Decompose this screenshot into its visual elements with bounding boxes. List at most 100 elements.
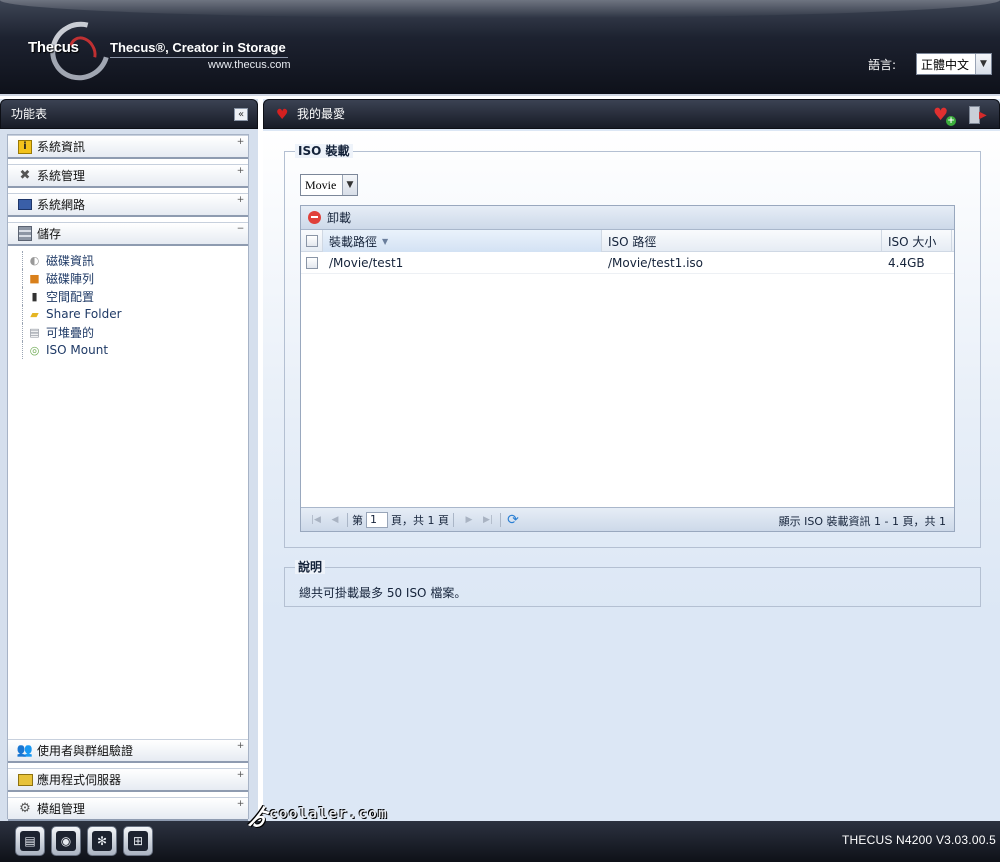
language-select[interactable]: 正體中文 ▼ xyxy=(916,53,992,75)
users-icon: 👥 xyxy=(16,743,34,758)
fan-icon: ✻ xyxy=(92,831,112,851)
app-server-icon xyxy=(16,771,34,789)
sidebar-item-share-folder[interactable]: ▰ Share Folder xyxy=(22,305,242,323)
fan-status-button[interactable]: ✻ xyxy=(87,826,117,856)
sidebar-item-label: 儲存 xyxy=(37,227,62,241)
cell-iso-path: /Movie/test1.iso xyxy=(608,256,704,270)
sort-desc-icon: ▼ xyxy=(382,236,389,246)
iso-icon: ◎ xyxy=(29,343,40,357)
refresh-icon[interactable]: ⟳ xyxy=(505,512,521,528)
sidebar-item-label: ISO Mount xyxy=(46,343,109,357)
expand-icon[interactable]: + xyxy=(236,771,245,780)
main-panel: ♥ 我的最愛 ♥ + ▶ ISO 裝載 Movie ▼ 卸載 裝載路徑 ▼ IS… xyxy=(263,99,1000,821)
table-row[interactable]: /Movie/test1 /Movie/test1.iso 4.4GB xyxy=(301,252,954,274)
pager-info: 顯示 ISO 裝載資訊 1 - 1 頁，共 1 xyxy=(778,515,946,528)
page-suffix: 頁，共 1 頁 xyxy=(391,513,449,527)
raid-icon: ■ xyxy=(29,271,40,285)
sidebar-item-storage[interactable]: 儲存 − xyxy=(8,222,248,246)
pager-divider xyxy=(453,512,454,527)
bottom-bar: ▤ ◉ ✻ ⊞ THECUS N4200 V3.03.00.5 xyxy=(0,821,1000,862)
cell-mount-path: /Movie/test1 xyxy=(329,256,404,270)
sidebar-item-system-network[interactable]: 系統網路 + xyxy=(8,193,248,217)
expand-icon[interactable]: + xyxy=(236,138,245,147)
iso-mount-grid: 卸載 裝載路徑 ▼ ISO 路徑 ISO 大小 /Movie/test1 /Mo… xyxy=(300,205,955,532)
column-header-iso-path[interactable]: ISO 路徑 xyxy=(602,230,882,252)
sidebar-header: 功能表 « xyxy=(0,99,258,129)
sidebar-item-label: 使用者與群組驗證 xyxy=(37,744,134,758)
disk-icon: ◐ xyxy=(29,253,40,267)
network-icon xyxy=(16,196,34,214)
page-number-input[interactable]: 1 xyxy=(366,511,388,528)
plus-icon: + xyxy=(946,116,956,126)
sidebar-item-raid[interactable]: ■ 磁碟陣列 xyxy=(22,269,242,287)
space-icon: ▮ xyxy=(31,289,38,303)
stack-icon: ▤ xyxy=(29,325,40,339)
column-label: ISO 大小 xyxy=(888,234,937,249)
share-folder-select[interactable]: Movie ▼ xyxy=(300,174,358,196)
column-label: ISO 路徑 xyxy=(608,234,657,249)
sidebar-item-label: Share Folder xyxy=(46,307,122,321)
select-all-checkbox[interactable] xyxy=(305,235,318,247)
sidebar-item-label: 可堆疊的 xyxy=(46,325,95,340)
unmount-button[interactable]: 卸載 xyxy=(327,209,351,226)
info-icon: i xyxy=(16,138,34,156)
expand-icon[interactable]: + xyxy=(236,167,245,176)
expand-icon[interactable]: + xyxy=(236,800,245,809)
column-label: 裝載路徑 xyxy=(329,234,378,249)
next-page-icon[interactable]: ▶ xyxy=(461,512,477,528)
server-icon: ▤ xyxy=(20,831,40,851)
server-status-button[interactable]: ▤ xyxy=(15,826,45,856)
column-header-iso-size[interactable]: ISO 大小 xyxy=(882,230,952,252)
sidebar-item-label: 系統網路 xyxy=(37,198,86,212)
sidebar-item-space-allocation[interactable]: ▮ 空間配置 xyxy=(22,287,242,305)
sidebar: 功能表 « i 系統資訊 + ✖ 系統管理 + 系統網路 + 儲存 − ◐ 磁碟… xyxy=(0,99,258,848)
description-legend: 說明 xyxy=(295,560,326,574)
storage-icon xyxy=(16,225,34,243)
iso-mount-legend: ISO 裝載 xyxy=(295,144,353,158)
collapse-icon[interactable]: − xyxy=(236,225,245,234)
sidebar-menu: i 系統資訊 + ✖ 系統管理 + 系統網路 + 儲存 − ◐ 磁碟資訊 ■ 磁… xyxy=(7,134,249,848)
sidebar-item-stackable[interactable]: ▤ 可堆疊的 xyxy=(22,323,242,341)
disk-status-button[interactable]: ◉ xyxy=(51,826,81,856)
main-header: ♥ 我的最愛 ♥ + ▶ xyxy=(263,99,1000,129)
grid-toolbar: 卸載 xyxy=(301,206,954,230)
sidebar-item-iso-mount[interactable]: ◎ ISO Mount xyxy=(22,341,242,359)
sidebar-item-system-management[interactable]: ✖ 系統管理 + xyxy=(8,164,248,188)
app-window: Thecus Thecus®, Creator in Storage www.t… xyxy=(0,0,1000,862)
sidebar-item-app-server[interactable]: 應用程式伺服器 + xyxy=(8,768,248,792)
add-favorite-icon[interactable]: ♥ + xyxy=(933,106,956,126)
watermark-text: coolaler.com xyxy=(269,806,389,822)
sidebar-item-label: 磁碟資訊 xyxy=(46,253,95,268)
sidebar-item-user-group-auth[interactable]: 👥 使用者與群組驗證 + xyxy=(8,739,248,763)
pager-divider xyxy=(347,512,348,527)
last-page-icon[interactable]: ▶| xyxy=(480,512,496,528)
tools-icon: ✖ xyxy=(19,168,31,183)
network-status-button[interactable]: ⊞ xyxy=(123,826,153,856)
row-checkbox[interactable] xyxy=(306,257,318,269)
arrow-right-icon: ▶ xyxy=(979,110,987,121)
column-header-mount-path[interactable]: 裝載路徑 ▼ xyxy=(323,230,602,252)
expand-icon[interactable]: + xyxy=(236,196,245,205)
pager-divider xyxy=(500,512,501,527)
thecus-logo: Thecus xyxy=(28,39,79,56)
first-page-icon[interactable]: |◀ xyxy=(308,512,324,528)
expand-icon[interactable]: + xyxy=(236,742,245,751)
sidebar-item-disk-info[interactable]: ◐ 磁碟資訊 xyxy=(22,251,242,269)
sidebar-title: 功能表 xyxy=(11,107,48,121)
collapse-sidebar-button[interactable]: « xyxy=(234,108,248,121)
sidebar-item-label: 系統管理 xyxy=(37,169,86,183)
share-folder-select-value: Movie xyxy=(305,177,337,192)
logout-icon[interactable]: ▶ xyxy=(967,105,987,125)
sidebar-item-module-management[interactable]: ⚙ 模組管理 + xyxy=(8,797,248,821)
prev-page-icon[interactable]: ◀ xyxy=(327,512,343,528)
favorite-heart-icon: ♥ xyxy=(276,107,289,123)
sidebar-item-label: 系統資訊 xyxy=(37,140,86,154)
sidebar-item-system-info[interactable]: i 系統資訊 + xyxy=(8,135,248,159)
remove-icon[interactable] xyxy=(308,211,321,224)
brand-url: www.thecus.com xyxy=(208,59,291,71)
chevron-down-icon[interactable]: ▼ xyxy=(975,54,991,74)
network-tree-icon: ⊞ xyxy=(128,831,148,851)
chevron-down-icon[interactable]: ▼ xyxy=(342,175,357,195)
disk-icon: ◉ xyxy=(56,831,76,851)
watermark-glyph-icon: ゟ xyxy=(247,806,271,831)
